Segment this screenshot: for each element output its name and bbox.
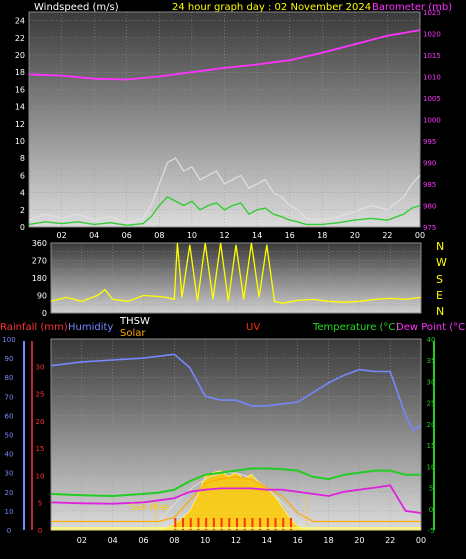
wind-ytick-label: 24 [15, 17, 25, 26]
humidity-ytick-label: 70 [5, 393, 14, 401]
humidity-ytick-label: 100 [2, 336, 15, 344]
temp-xtick-label: 16 [293, 536, 303, 545]
barometer-ytick-label: 1010 [423, 74, 441, 82]
temp-ytick-label: 5 [429, 485, 433, 493]
wind-xtick-label: 14 [252, 231, 262, 240]
barometer-ytick-label: 1025 [423, 9, 441, 17]
temp-xtick-label: 18 [323, 536, 333, 545]
rain-ytick-label: 25 [36, 391, 45, 399]
temp-ytick-label: 0 [429, 506, 433, 514]
legend-rainfall: Rainfall (mm) [0, 322, 68, 333]
dir-letter-s: S [436, 273, 443, 286]
wind-xtick-label: 16 [285, 231, 295, 240]
rain-ytick-label: 0 [38, 527, 42, 535]
temp-xtick-label: 20 [354, 536, 364, 545]
humidity-ytick-label: 80 [5, 374, 14, 382]
rain-ytick-label: 30 [36, 363, 45, 371]
legend-humidity: Humidity [68, 322, 113, 333]
temp-xtick-label: 10 [200, 536, 210, 545]
humidity-ytick-label: 20 [5, 489, 14, 497]
dir-letter-n-top: N [436, 240, 444, 253]
wind-xtick-label: 02 [56, 231, 66, 240]
humidity-ytick-label: 30 [5, 470, 14, 478]
barometer-ytick-label: 985 [423, 181, 436, 189]
barometer-ytick-label: 1020 [423, 31, 441, 39]
direction-ytick-label: 270 [32, 257, 47, 266]
temp-xtick-label: 12 [231, 536, 241, 545]
wind-ytick-label: 4 [20, 189, 25, 198]
barometer-ytick-label: 1005 [423, 95, 441, 103]
humidity-ytick-label: 0 [7, 527, 11, 535]
wind-ytick-label: 16 [15, 85, 25, 94]
sun-rise-label: Sun Rise [130, 503, 169, 513]
legend-thsw: THSW [119, 316, 150, 327]
direction-ytick-label: 90 [37, 292, 47, 301]
chart-canvas: Windspeed (m/s) 24 hour graph day : 02 N… [0, 2, 466, 545]
rain-ytick-label: 5 [38, 500, 42, 508]
wind-ytick-label: 2 [20, 206, 25, 215]
temp-xtick-label: 08 [169, 536, 179, 545]
wind-xtick-label: 10 [187, 231, 197, 240]
direction-ytick-label: 180 [32, 274, 47, 283]
wind-ytick-label: 10 [15, 137, 25, 146]
dir-letter-w: W [436, 256, 447, 269]
wind-ytick-label: 0 [20, 223, 25, 232]
legend-uv: UV [246, 322, 260, 333]
barometer-ytick-label: 1015 [423, 52, 441, 60]
wind-xtick-label: 04 [89, 231, 99, 240]
humidity-ytick-label: 10 [5, 508, 14, 516]
humidity-ytick-label: 60 [5, 412, 14, 420]
windspeed-label: Windspeed (m/s) [34, 2, 119, 13]
wind-ytick-label: 6 [20, 171, 25, 180]
wind-ytick-label: 14 [15, 103, 25, 112]
wind-xtick-label: 18 [317, 231, 327, 240]
humidity-ytick-label: 40 [5, 451, 14, 459]
barometer-ytick-label: 980 [423, 203, 436, 211]
temp-xtick-label: 02 [77, 536, 87, 545]
rain-ytick-label: 10 [36, 472, 45, 480]
wind-ytick-label: 22 [15, 34, 25, 43]
barometer-ytick-label: 995 [423, 138, 436, 146]
temp-xtick-label: 00 [416, 536, 426, 545]
temp-xtick-label: 22 [385, 536, 395, 545]
wind-ytick-label: 20 [15, 51, 25, 60]
temp-xtick-label: 06 [138, 536, 148, 545]
direction-ytick-label: 0 [42, 309, 47, 318]
wind-xtick-label: 20 [350, 231, 360, 240]
wind-xtick-label: 06 [122, 231, 132, 240]
dir-letter-n-bottom: N [436, 305, 444, 318]
humidity-ytick-label: 90 [5, 355, 14, 363]
wind-ytick-label: 12 [15, 120, 25, 129]
humidity-ytick-label: 50 [5, 432, 14, 440]
barometer-ytick-label: 1000 [423, 117, 441, 125]
chart-title: 24 hour graph day : 02 November 2024 [172, 2, 371, 13]
rain-ytick-label: 20 [36, 418, 45, 426]
temp-xtick-label: 04 [108, 536, 118, 545]
wind-panel [28, 11, 421, 228]
legend-dew-point: Dew Point (°C) [396, 322, 466, 333]
weather-graph: Windspeed (m/s) 24 hour graph day : 02 N… [0, 0, 466, 555]
wind-xtick-label: 00 [415, 231, 425, 240]
direction-ytick-label: 360 [32, 239, 47, 248]
barometer-ytick-label: 990 [423, 160, 436, 168]
rain-ytick-label: 15 [36, 445, 45, 453]
dir-letter-e: E [436, 289, 443, 302]
wind-xtick-label: 08 [154, 231, 164, 240]
wind-xtick-label: 12 [219, 231, 229, 240]
legend-temperature: Temperature (°C) [312, 322, 399, 333]
legend-solar: Solar [120, 328, 146, 339]
wind-ytick-label: 8 [20, 154, 25, 163]
direction-panel [50, 242, 422, 314]
wind-xtick-label: 22 [382, 231, 392, 240]
wind-ytick-label: 18 [15, 68, 25, 77]
temp-xtick-label: 14 [262, 536, 272, 545]
